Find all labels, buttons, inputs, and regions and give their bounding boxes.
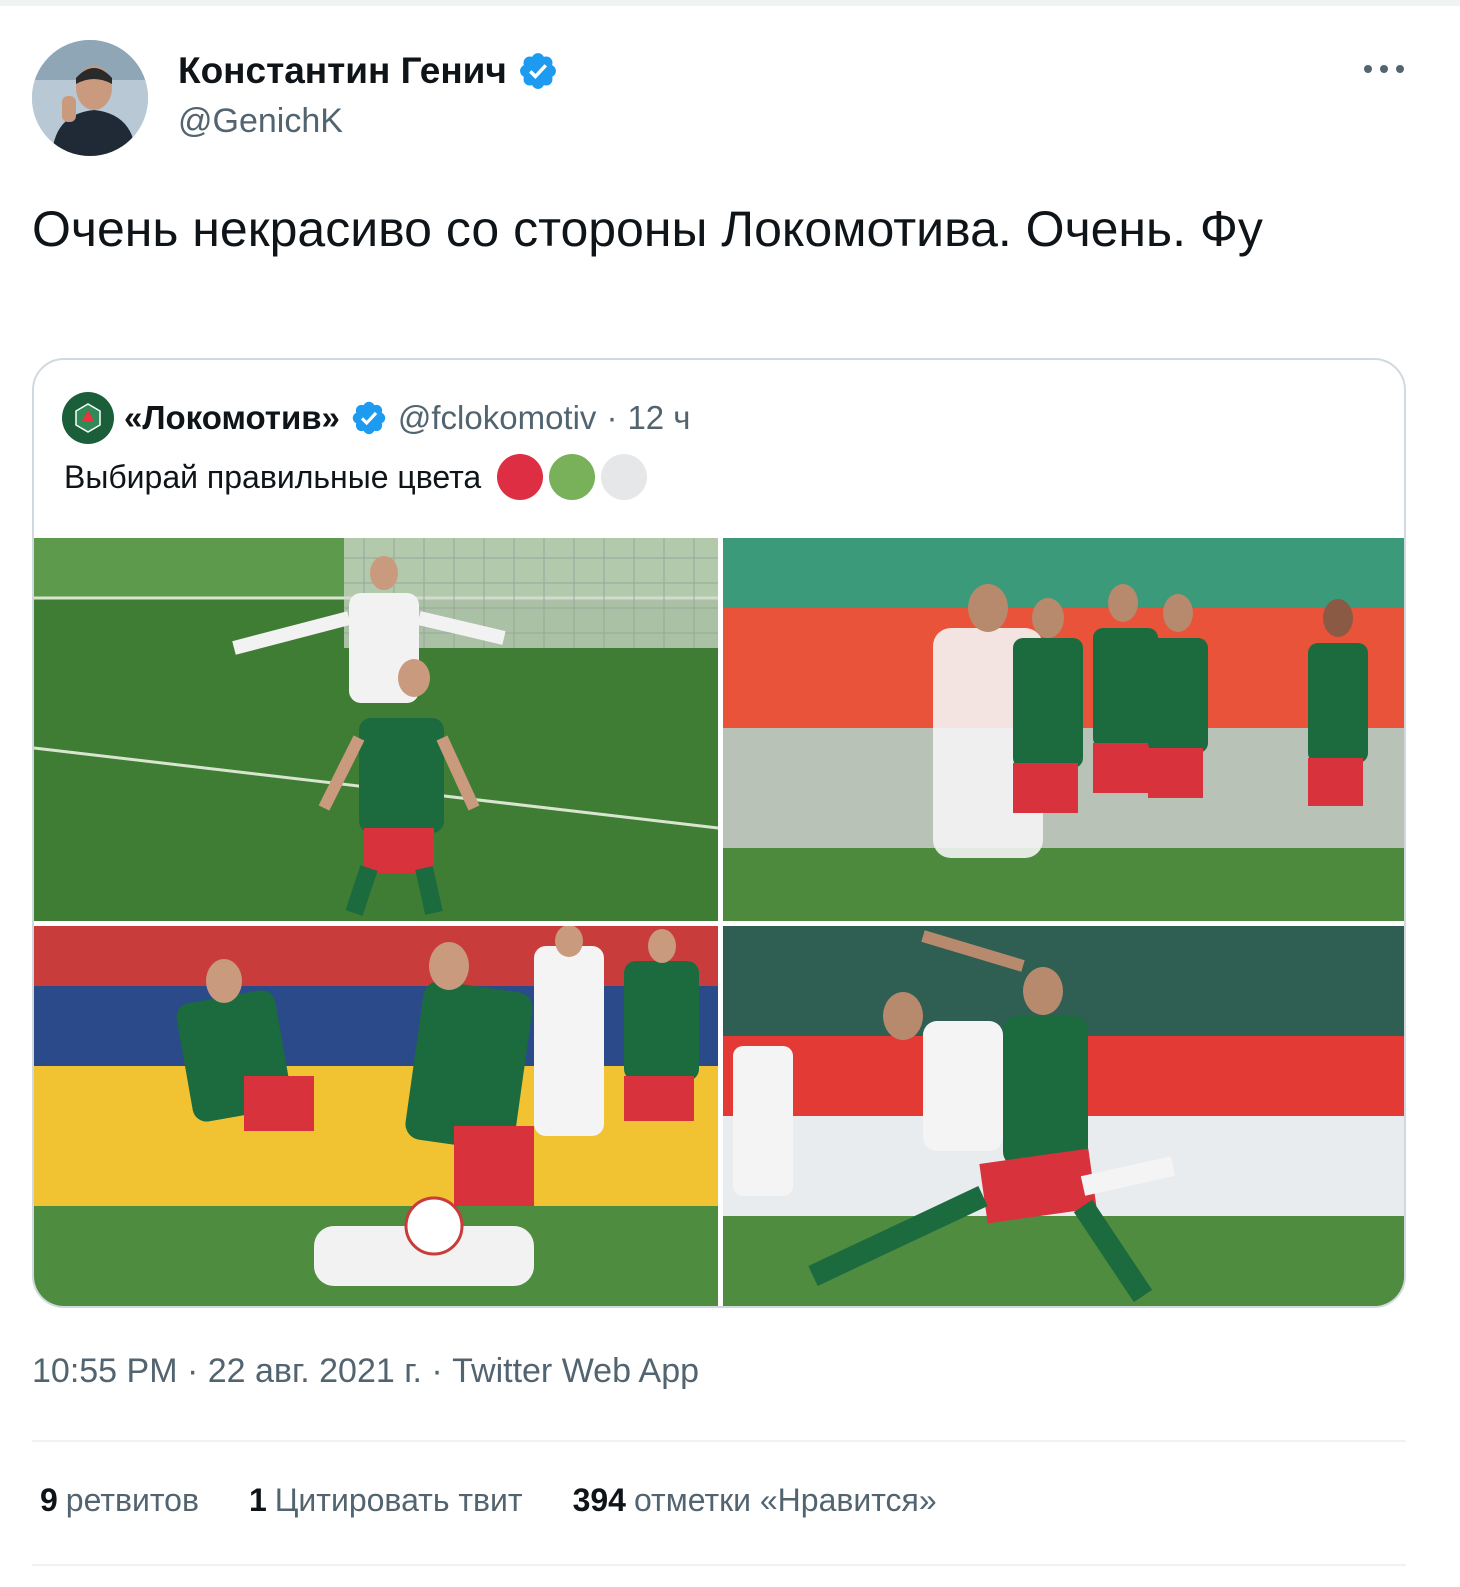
- quoted-author-name[interactable]: «Локомотив»: [124, 399, 340, 437]
- stats-bottom-divider: [32, 1564, 1406, 1566]
- challenge-photo[interactable]: [723, 926, 1404, 1306]
- photo-grid: [34, 538, 1404, 1306]
- quoted-tweet-text: Выбирай правильные цвета: [64, 454, 648, 500]
- author-avatar[interactable]: [32, 40, 148, 156]
- verified-badge-icon: [352, 401, 386, 435]
- quoted-avatar[interactable]: [62, 392, 114, 444]
- quoted-tweet-card[interactable]: «Локомотив» @fclokomotiv · 12 ч Выбирай …: [32, 358, 1406, 1308]
- top-divider: [0, 0, 1460, 6]
- lokomotiv-logo-icon: [75, 403, 101, 433]
- white-circle-emoji-icon: [601, 454, 648, 500]
- separator-dot: ·: [606, 399, 618, 436]
- quoted-text-content: Выбирай правильные цвета: [64, 458, 482, 495]
- tweet-stats: 9 ретвитов 1 Цитировать твит 394 отметки «Н…: [40, 1482, 937, 1519]
- author-name[interactable]: Константин Генич: [178, 50, 559, 92]
- quotes-count: 1: [248, 1482, 267, 1518]
- retweets-label: ретвитов: [65, 1482, 199, 1518]
- likes-count: 394: [572, 1482, 626, 1518]
- author-handle[interactable]: @GenichK: [178, 102, 343, 141]
- team-huddle-photo[interactable]: [723, 538, 1404, 921]
- green-circle-emoji-icon: [549, 454, 596, 500]
- more-options-icon[interactable]: [1364, 54, 1404, 84]
- retweets-count: 9: [40, 1482, 58, 1518]
- quoted-tweet-header: «Локомотив» @fclokomotiv · 12 ч: [62, 392, 691, 444]
- likes-label: отметки «Нравится»: [633, 1482, 937, 1518]
- quotes-label: Цитировать твит: [274, 1482, 523, 1518]
- quotes-stat[interactable]: 1 Цитировать твит: [249, 1482, 523, 1519]
- ball-tackle-photo[interactable]: [34, 926, 718, 1306]
- quoted-timestamp[interactable]: 12 ч: [627, 399, 690, 437]
- tweet-meta[interactable]: 10:55 PM · 22 авг. 2021 г. · Twitter Web…: [32, 1352, 699, 1391]
- goal-celebration-photo[interactable]: [34, 538, 718, 921]
- verified-badge-icon: [519, 53, 556, 89]
- quoted-author-handle[interactable]: @fclokomotiv: [398, 399, 597, 437]
- author-name-text[interactable]: Константин Генич: [178, 50, 507, 92]
- tweet-text: Очень некрасиво со стороны Локомотива. О…: [32, 201, 1263, 257]
- likes-stat[interactable]: 394 отметки «Нравится»: [573, 1482, 937, 1519]
- retweets-stat[interactable]: 9 ретвитов: [40, 1482, 199, 1519]
- red-circle-emoji-icon: [497, 454, 544, 500]
- stats-top-divider: [32, 1440, 1406, 1442]
